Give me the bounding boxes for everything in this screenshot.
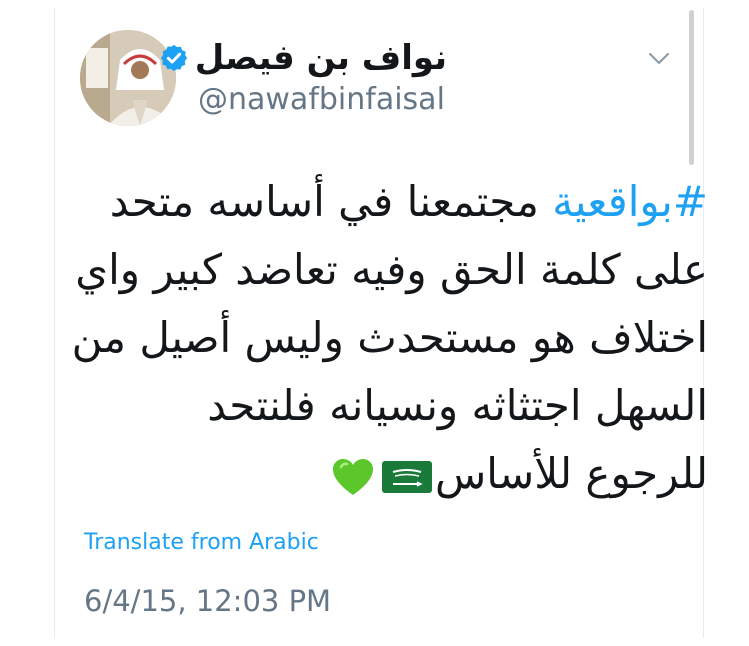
tweet-text: #بواقعية مجتمعنا في أساسه متحد على كلمة …: [68, 168, 708, 508]
tweet-line-3: اختلاف هو مستحدث وليس أصيل من: [71, 313, 708, 362]
tweet-line-4: السهل اجتثاثه ونسيانه فلنتحد: [207, 381, 708, 430]
tweet-line-5: للرجوع للأساس: [68, 440, 708, 508]
verified-badge-icon: [160, 44, 187, 72]
saudi-flag-icon: [381, 460, 432, 493]
translate-link[interactable]: Translate from Arabic: [84, 530, 319, 555]
hashtag-link[interactable]: #بواقعية: [552, 177, 708, 226]
tweet-header-name: نواف بن فيصل: [159, 38, 447, 78]
green-heart-icon: [332, 458, 373, 495]
username[interactable]: @nawafbinfaisal: [198, 82, 445, 118]
tweet-line-2: على كلمة الحق وفيه تعاضد كبير واي: [75, 245, 708, 294]
timestamp[interactable]: 6/4/15, 12:03 PM: [84, 584, 331, 618]
scrollbar[interactable]: [689, 10, 694, 165]
tweet-line-1: #بواقعية مجتمعنا في أساسه متحد: [109, 177, 708, 226]
chevron-down-icon[interactable]: [648, 52, 670, 66]
display-name[interactable]: نواف بن فيصل: [195, 38, 447, 78]
